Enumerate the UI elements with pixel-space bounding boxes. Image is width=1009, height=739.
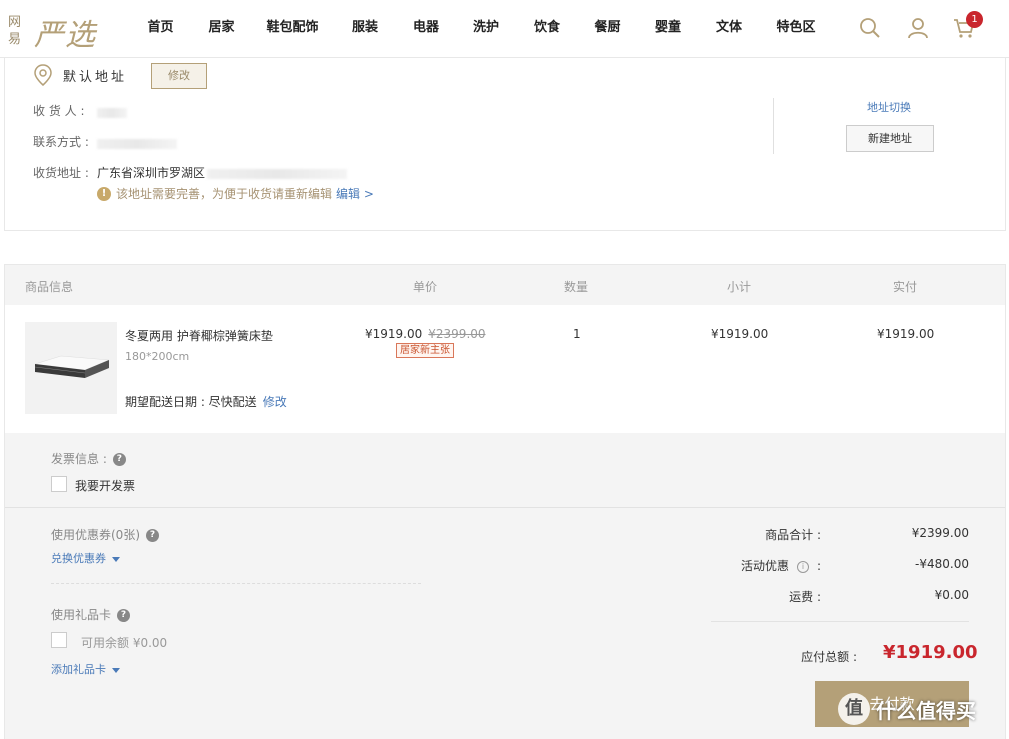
- address-panel: 默认地址 修改 收 货 人 : 联系方式 : 收货地址 : 广东省深圳市罗湖区 …: [4, 58, 1006, 231]
- top-header: 网易 严选 首页 居家 鞋包配饰 服装 电器 洗护 饮食 餐厨 婴童 文体 特色…: [0, 0, 1009, 58]
- nav-item-home[interactable]: 首页: [130, 0, 191, 58]
- promo-tag: 居家新主张: [396, 343, 454, 358]
- help-icon[interactable]: ?: [112, 453, 126, 466]
- address-warning: ! 该地址需要完善，为便于收货请重新编辑 编辑 >: [97, 185, 374, 202]
- order-panel: 商品信息 单价 数量 小计 实付 冬夏两用 护脊椰棕弹簧床垫 180*200cm…: [4, 264, 1006, 739]
- nav-item-home-living[interactable]: 居家: [191, 0, 252, 58]
- discount-label: 活动优惠 i:: [740, 559, 821, 573]
- edit-address-button[interactable]: 修改: [151, 63, 207, 89]
- info-icon[interactable]: i: [796, 560, 809, 573]
- order-table-header: 商品信息 单价 数量 小计 实付: [5, 265, 1005, 305]
- new-address-button[interactable]: 新建地址: [846, 125, 934, 152]
- invoice-checkbox-label: 我要开发票: [75, 479, 136, 493]
- edit-address-link[interactable]: 编辑 >: [336, 185, 374, 202]
- warning-icon: !: [97, 186, 111, 201]
- contact-value-redacted: [97, 136, 177, 150]
- payable-label: 应付总额 :: [801, 650, 857, 664]
- watermark-text: 什么值得买: [876, 698, 976, 723]
- header-unit-price: 单价: [413, 280, 438, 294]
- giftcard-label: 使用礼品卡?: [51, 606, 131, 623]
- nav-item-baby[interactable]: 婴童: [638, 0, 698, 58]
- default-address-title: 默认地址: [63, 70, 128, 85]
- main-nav: 首页 居家 鞋包配饰 服装 电器 洗护 饮食 餐厨 婴童 文体 特色区: [130, 0, 832, 58]
- redeem-coupon-link[interactable]: 兑换优惠券: [51, 550, 120, 566]
- nav-item-special[interactable]: 特色区: [760, 0, 832, 58]
- divider: [5, 507, 1005, 508]
- coupon-label: 使用优惠券(0张)?: [51, 526, 159, 543]
- nav-item-food[interactable]: 饮食: [517, 0, 577, 58]
- contact-label: 联系方式 :: [33, 135, 89, 149]
- unit-price: ¥1919.00 ¥2399.00: [365, 327, 486, 341]
- address-label: 收货地址 :: [33, 166, 89, 180]
- receiver-value-redacted: [97, 105, 127, 119]
- add-giftcard-link[interactable]: 添加礼品卡: [51, 661, 120, 677]
- chevron-down-icon: [112, 556, 120, 562]
- help-icon[interactable]: ?: [117, 609, 131, 622]
- header-quantity: 数量: [564, 280, 589, 294]
- item-subtotal: ¥1919.00: [711, 327, 769, 341]
- nav-item-sports[interactable]: 文体: [698, 0, 760, 58]
- header-product-info: 商品信息: [25, 280, 74, 294]
- nav-item-appliances[interactable]: 电器: [397, 0, 455, 58]
- receiver-label: 收 货 人 :: [33, 104, 85, 118]
- delivery-date: 期望配送日期 : 尽快配送 修改: [125, 395, 287, 409]
- site-watermark: 值 什么值得买: [838, 693, 976, 725]
- logo-small-text: 网易: [8, 15, 22, 47]
- warning-text: 该地址需要完善，为便于收货请重新编辑: [116, 187, 333, 201]
- product-spec: 180*200cm: [125, 350, 190, 363]
- logo-main-text: 严选: [34, 18, 96, 53]
- location-pin-icon: [34, 64, 52, 86]
- shipping-label: 运费 :: [789, 590, 821, 604]
- logo[interactable]: 网易 严选: [8, 10, 108, 53]
- nav-item-kitchen[interactable]: 餐厨: [577, 0, 638, 58]
- search-icon[interactable]: [858, 16, 882, 40]
- summary-divider: [711, 621, 969, 622]
- discount-value: -¥480.00: [915, 557, 969, 571]
- product-thumbnail[interactable]: [25, 322, 117, 414]
- nav-item-clothing[interactable]: 服装: [333, 0, 397, 58]
- watermark-badge: 值: [838, 693, 870, 725]
- item-quantity: 1: [573, 327, 581, 341]
- giftcard-checkbox[interactable]: [51, 632, 67, 648]
- mattress-image: [34, 355, 110, 378]
- chevron-down-icon: [112, 667, 120, 673]
- help-icon[interactable]: ?: [146, 529, 159, 542]
- edit-delivery-link[interactable]: 修改: [263, 395, 287, 409]
- dashed-divider: [51, 583, 421, 584]
- order-item-row: 冬夏两用 护脊椰棕弹簧床垫 180*200cm 期望配送日期 : 尽快配送 修改 …: [5, 305, 1005, 433]
- cart-count-badge: 1: [966, 11, 983, 28]
- original-price: ¥2399.00: [428, 327, 486, 341]
- header-subtotal: 小计: [727, 280, 752, 294]
- invoice-label: 发票信息 :?: [51, 450, 126, 467]
- product-name[interactable]: 冬夏两用 护脊椰棕弹簧床垫: [125, 327, 273, 344]
- giftcard-balance: 可用余额 ¥0.00: [81, 636, 168, 650]
- goods-total-label: 商品合计 :: [765, 528, 821, 542]
- address-divider: [773, 98, 774, 154]
- item-paid: ¥1919.00: [877, 327, 935, 341]
- switch-address-link[interactable]: 地址切换: [867, 99, 911, 115]
- nav-item-care[interactable]: 洗护: [455, 0, 517, 58]
- address-value: 广东省深圳市罗湖区: [97, 164, 348, 181]
- user-icon[interactable]: [906, 16, 930, 40]
- goods-total-value: ¥2399.00: [911, 526, 969, 540]
- payable-total: ¥1919.00: [883, 642, 978, 663]
- nav-item-bags[interactable]: 鞋包配饰: [252, 0, 333, 58]
- header-paid: 实付: [893, 280, 918, 294]
- invoice-checkbox[interactable]: [51, 476, 67, 492]
- shipping-value: ¥0.00: [934, 588, 969, 602]
